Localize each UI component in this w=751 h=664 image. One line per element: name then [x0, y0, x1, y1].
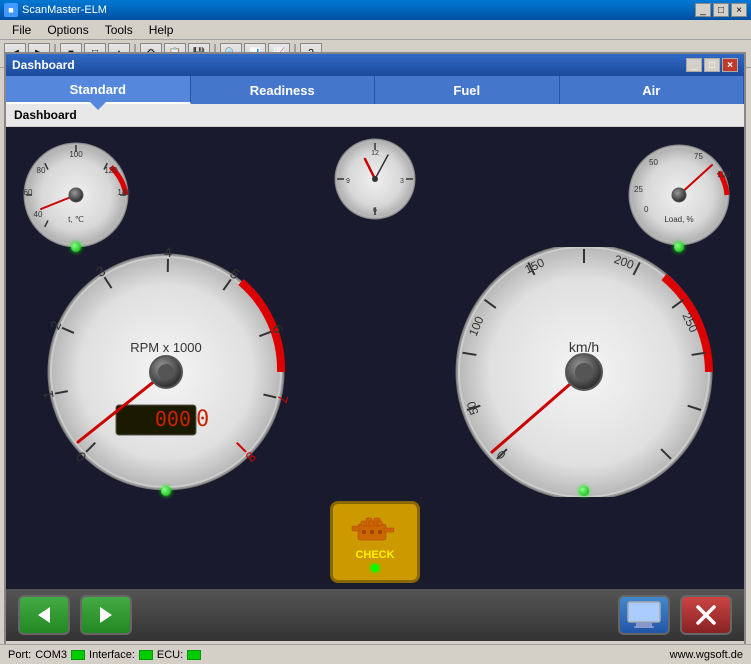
svg-text:100: 100	[717, 170, 731, 179]
speed-gauge-led	[579, 486, 589, 496]
port-value: COM3	[35, 649, 67, 661]
rpm-gauge: 0 1 2 3 4 5	[36, 247, 296, 496]
menu-options[interactable]: Options	[39, 21, 96, 39]
svg-text:120: 120	[104, 166, 118, 175]
clock-gauge: 12 6 9 3	[330, 137, 420, 225]
svg-text:60: 60	[24, 188, 33, 197]
app-icon: ■	[4, 3, 18, 17]
dash-title-bar: Dashboard _ □ ×	[6, 54, 744, 76]
menu-help[interactable]: Help	[141, 21, 182, 39]
svg-text:9: 9	[346, 178, 350, 185]
speed-gauge: 0 50 100 150 200 250	[444, 247, 724, 496]
tab-readiness[interactable]: Readiness	[191, 76, 376, 104]
check-engine-container: CHECK	[330, 501, 420, 583]
tab-arrow	[90, 102, 106, 110]
svg-text:40: 40	[34, 210, 43, 219]
menu-bar: File Options Tools Help	[0, 20, 751, 40]
svg-text:75: 75	[694, 152, 703, 161]
svg-text:4: 4	[164, 247, 172, 260]
port-led	[71, 650, 85, 660]
svg-text:1: 1	[40, 389, 57, 400]
svg-text:80: 80	[37, 166, 46, 175]
monitor-button[interactable]	[618, 595, 670, 635]
menu-tools[interactable]: Tools	[97, 21, 141, 39]
dash-max-btn[interactable]: □	[704, 58, 720, 72]
menu-file[interactable]: File	[4, 21, 39, 39]
interface-label: Interface:	[89, 649, 135, 661]
app-minimize-btn[interactable]: _	[695, 3, 711, 17]
back-button[interactable]	[18, 595, 70, 635]
status-bar: Port: COM3 Interface: ECU: www.wgsoft.de	[0, 644, 751, 664]
svg-text:3: 3	[400, 178, 404, 185]
dash-title-controls: _ □ ×	[686, 58, 738, 72]
dash-min-btn[interactable]: _	[686, 58, 702, 72]
svg-text:t, ℃: t, ℃	[68, 215, 84, 224]
check-engine-label: CHECK	[355, 549, 394, 561]
forward-button[interactable]	[80, 595, 132, 635]
app-close-btn[interactable]: ×	[731, 3, 747, 17]
dashboard-window: Dashboard _ □ × Standard Readiness Fuel …	[4, 52, 746, 650]
svg-text:000: 000	[155, 407, 191, 431]
app-title-bar: ■ ScanMaster-ELM _ □ ×	[0, 0, 751, 20]
dash-close-btn[interactable]: ×	[722, 58, 738, 72]
app-title-controls: _ □ ×	[695, 3, 747, 17]
svg-text:0: 0	[644, 205, 649, 214]
svg-text:100: 100	[69, 150, 83, 159]
svg-text:50: 50	[649, 158, 658, 167]
svg-text:km/h: km/h	[569, 339, 599, 355]
ecu-label: ECU:	[157, 649, 183, 661]
breadcrumb: Dashboard	[6, 104, 744, 127]
port-label: Port:	[8, 649, 31, 661]
svg-text:0: 0	[196, 407, 209, 432]
tab-air[interactable]: Air	[560, 76, 745, 104]
close-button[interactable]	[680, 595, 732, 635]
svg-text:RPM x 1000: RPM x 1000	[130, 340, 202, 355]
dash-window-title: Dashboard	[12, 58, 75, 72]
app-maximize-btn[interactable]: □	[713, 3, 729, 17]
svg-text:6: 6	[373, 207, 377, 214]
app-title: ScanMaster-ELM	[22, 4, 107, 16]
svg-text:12: 12	[371, 150, 379, 157]
temp-gauge: 40 60 80 100 120 140 t, ℃	[16, 137, 136, 252]
website: www.wgsoft.de	[670, 649, 743, 661]
tab-bar: Standard Readiness Fuel Air	[6, 76, 744, 104]
rpm-gauge-led	[161, 486, 171, 496]
interface-led	[139, 650, 153, 660]
tab-standard[interactable]: Standard	[6, 76, 191, 104]
gauge-area: 40 60 80 100 120 140 t, ℃	[6, 127, 744, 641]
tab-fuel[interactable]: Fuel	[375, 76, 560, 104]
bottom-nav-bar	[6, 589, 744, 641]
svg-text:Load, %: Load, %	[664, 215, 693, 224]
ecu-led	[187, 650, 201, 660]
load-gauge: 0 25 50 75 100 Load, %	[624, 137, 734, 252]
check-engine-led	[371, 564, 379, 572]
svg-text:140: 140	[117, 188, 131, 197]
svg-text:25: 25	[634, 185, 643, 194]
